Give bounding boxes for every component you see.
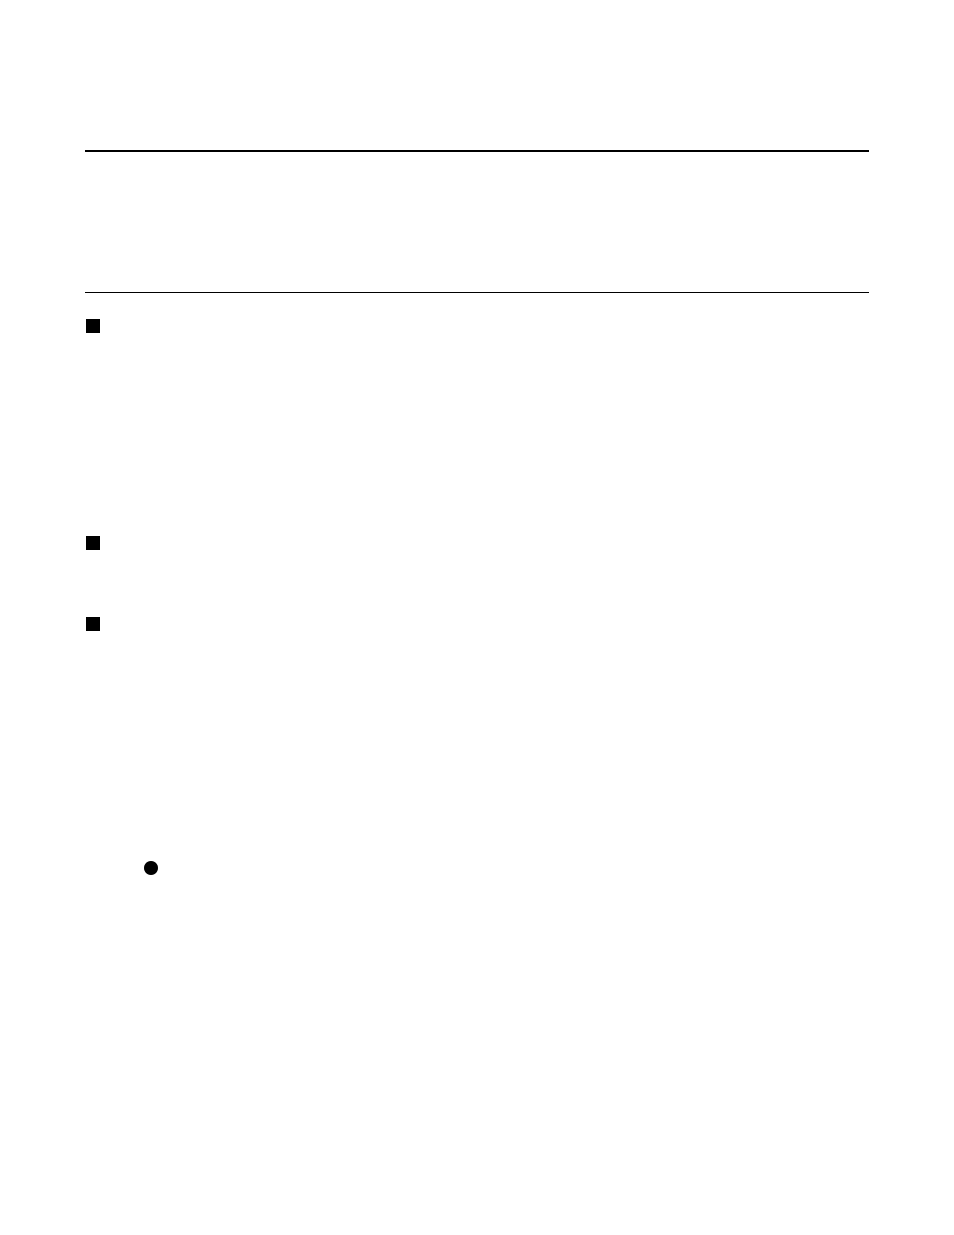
page: [0, 0, 954, 1235]
square-bullet-icon: [86, 617, 100, 631]
round-bullet-icon: [144, 861, 158, 875]
square-bullet-icon: [86, 319, 100, 333]
horizontal-rule-mid: [85, 292, 869, 293]
square-bullet-icon: [86, 536, 100, 550]
horizontal-rule-top: [85, 150, 869, 152]
